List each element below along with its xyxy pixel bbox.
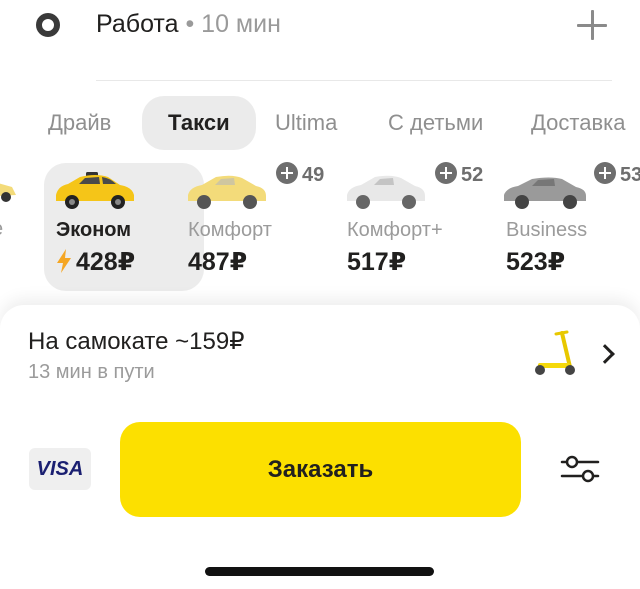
tariff-name: Business	[506, 219, 588, 241]
plus-points: 49	[302, 164, 325, 186]
destination-separator: •	[185, 10, 195, 38]
scooter-icon	[535, 330, 575, 375]
chevron-right-icon[interactable]	[595, 344, 615, 364]
add-stop-icon[interactable]	[574, 6, 610, 42]
settings-sliders-icon[interactable]	[560, 453, 600, 485]
tariff-price: 487₽	[188, 248, 248, 276]
plus-points-badge: 49	[276, 162, 324, 188]
tariff-price: 523₽	[506, 248, 566, 276]
car-icon	[0, 173, 18, 205]
map-top-area: Работа • 10 мин Драйв Такси Ultima С дет…	[0, 0, 640, 330]
tariff-price: 428₽	[56, 247, 135, 277]
destination-field[interactable]: Работа • 10 мин	[96, 8, 281, 40]
plus-icon	[276, 162, 298, 184]
scooter-offer-title: На самокате ~159₽	[28, 328, 245, 355]
tab-drive[interactable]: Драйв	[48, 96, 111, 150]
payment-method-button[interactable]: VISA	[29, 448, 91, 490]
tab-delivery[interactable]: Доставка	[531, 96, 625, 150]
tariff-price: 517₽	[347, 248, 407, 276]
divider	[96, 80, 612, 81]
tariff-name-fragment: e	[0, 218, 3, 241]
tariff-name: Комфорт+	[347, 219, 443, 241]
price-value: 428₽	[76, 248, 136, 276]
tab-ultima[interactable]: Ultima	[275, 96, 337, 150]
plus-points-badge: 52	[435, 162, 483, 188]
plus-icon	[435, 162, 457, 184]
destination-point-icon	[36, 13, 60, 37]
order-button[interactable]: Заказать	[120, 422, 521, 517]
bottom-sheet: На самокате ~159₽ 13 мин в пути VISA Зак…	[0, 305, 640, 589]
scooter-offer-subtitle: 13 мин в пути	[28, 361, 155, 383]
destination-title: Работа	[96, 10, 179, 38]
plus-icon	[594, 162, 616, 184]
tariff-name: Комфорт	[188, 219, 272, 241]
car-icon	[347, 175, 425, 209]
car-icon	[504, 177, 586, 209]
plus-points: 52	[461, 164, 484, 186]
tab-with-kids[interactable]: С детьми	[388, 96, 483, 150]
tariff-name: Эконом	[56, 219, 132, 241]
home-indicator	[205, 567, 434, 576]
plus-points: 53	[620, 164, 640, 186]
bolt-icon	[57, 249, 71, 273]
plus-points-badge: 53	[594, 162, 640, 188]
destination-time: 10 мин	[201, 10, 281, 38]
tab-taxi[interactable]: Такси	[142, 96, 256, 150]
car-icon	[56, 172, 134, 209]
car-icon	[188, 175, 266, 209]
